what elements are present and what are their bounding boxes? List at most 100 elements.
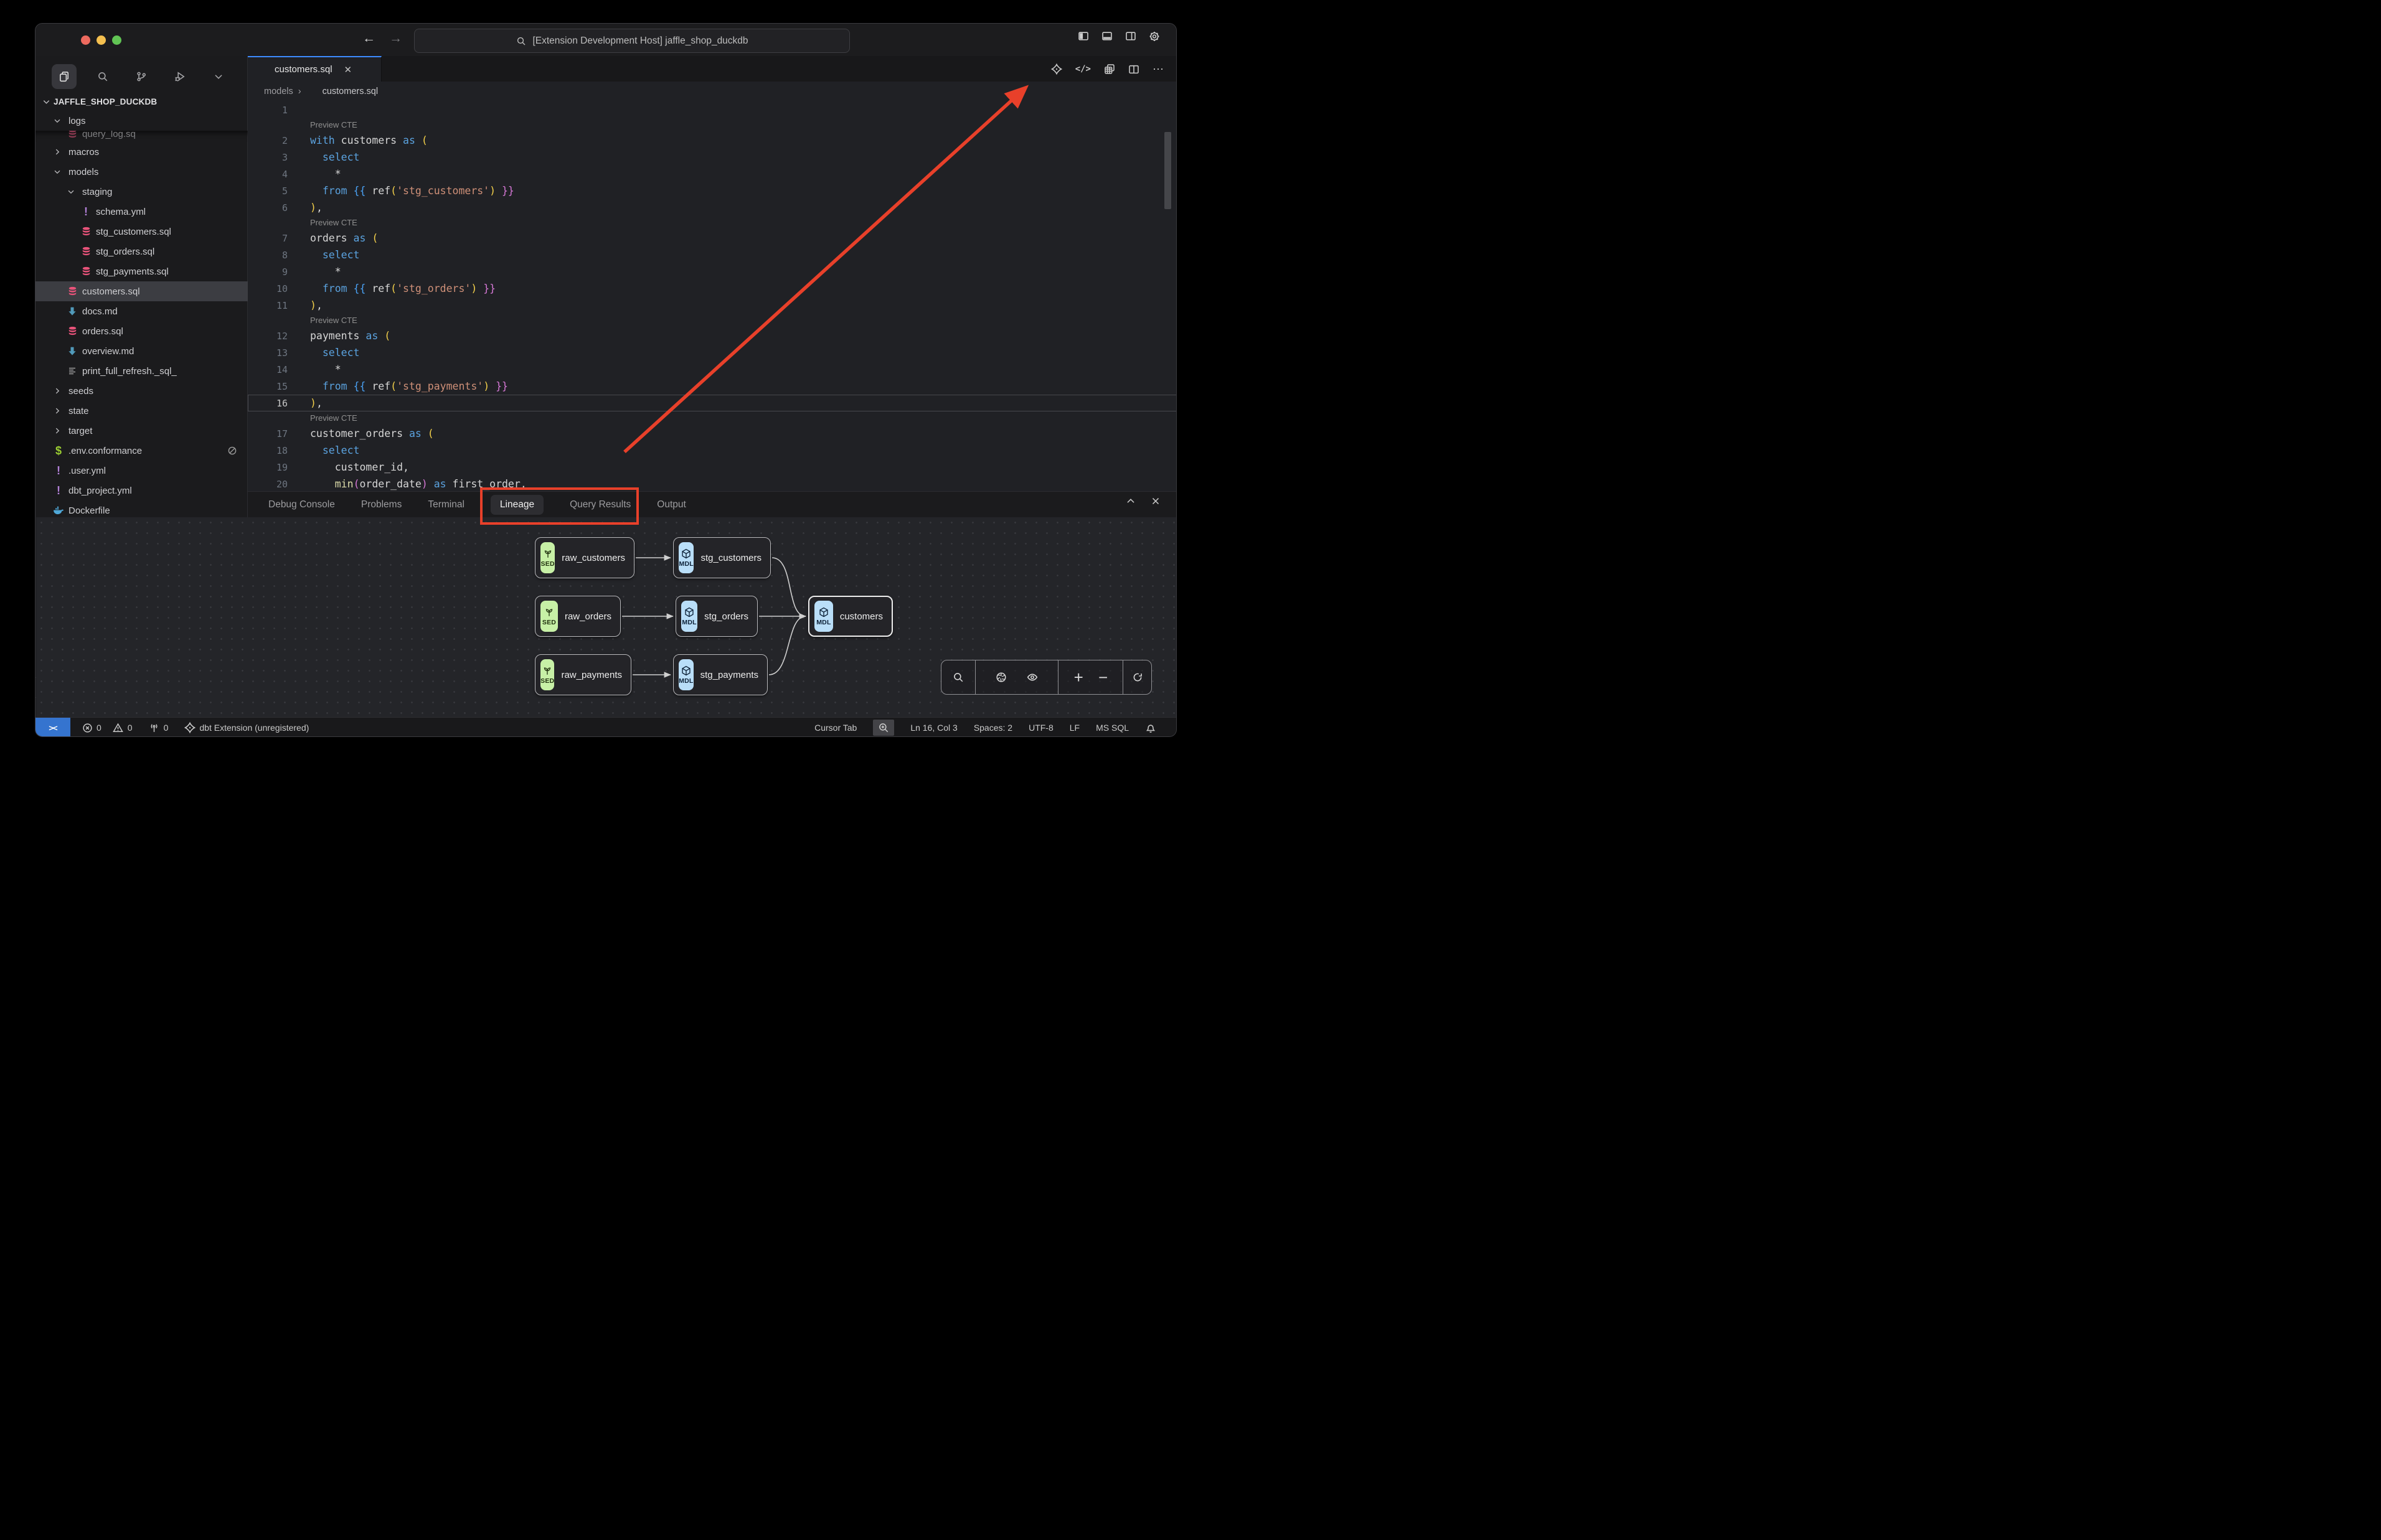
folder-staging[interactable]: staging: [35, 182, 248, 202]
lineage-node-raw_customers[interactable]: SEDraw_customers: [535, 537, 634, 578]
node-badge-mdl: MDL: [681, 601, 697, 632]
line-number: 3: [248, 149, 288, 166]
breadcrumb-file[interactable]: customers.sql: [323, 87, 378, 96]
node-badge-sed: SED: [540, 601, 558, 632]
tab-customers-sql[interactable]: customers.sql ✕: [248, 56, 382, 82]
file-query-log-sq[interactable]: query_log.sq: [35, 131, 248, 142]
lineage-node-raw_payments[interactable]: SEDraw_payments: [535, 654, 631, 695]
lineage-node-customers[interactable]: MDLcustomers: [808, 596, 893, 637]
status-item-utf-8[interactable]: UTF-8: [1029, 723, 1054, 733]
remote-indicator[interactable]: ><: [35, 718, 70, 738]
explorer-root[interactable]: JAFFLE_SHOP_DUCKDB: [35, 92, 248, 111]
window-title: [Extension Development Host] jaffle_shop…: [532, 35, 748, 47]
refresh-icon[interactable]: [1132, 672, 1143, 683]
file-customers-sql[interactable]: customers.sql: [35, 281, 248, 301]
status-item[interactable]: 0: [149, 722, 169, 733]
ellipsis-icon[interactable]: ⋯: [1153, 63, 1164, 75]
activity-debug-icon[interactable]: [167, 64, 192, 89]
status-item[interactable]: 0: [82, 722, 101, 733]
activity-chevron-down-icon[interactable]: [206, 64, 231, 89]
status-item-spaces-2[interactable]: Spaces: 2: [974, 723, 1012, 733]
file--env-conformance[interactable]: $.env.conformance: [35, 441, 248, 461]
lineage-canvas[interactable]: SEDraw_customers MDLstg_customers SEDraw_o…: [36, 517, 1177, 717]
file-label: customers.sql: [82, 286, 140, 297]
file-dbt-project-yml[interactable]: !dbt_project.yml: [35, 481, 248, 500]
panel-tab-debug-console[interactable]: Debug Console: [268, 499, 335, 510]
traffic-light-zoom[interactable]: [112, 35, 121, 45]
breadcrumb[interactable]: models › customers.sql: [248, 82, 1177, 101]
lineage-node-stg_customers[interactable]: MDLstg_customers: [673, 537, 771, 578]
code-line-9: 9 *: [248, 263, 1177, 280]
code-line-17: 17customer_orders as (: [248, 425, 1177, 442]
zoom-in-button[interactable]: +: [1074, 668, 1083, 687]
editor-toolbar: </> ⋯: [1051, 60, 1164, 78]
query-results-icon[interactable]: [1104, 63, 1115, 75]
lineage-node-stg_orders[interactable]: MDLstg_orders: [676, 596, 758, 637]
blocked-icon: [227, 445, 238, 456]
activity-bar: [35, 56, 247, 91]
close-tab-icon[interactable]: ✕: [344, 64, 352, 75]
file--user-yml[interactable]: !.user.yml: [35, 461, 248, 481]
status-item[interactable]: dbt Extension (unregistered): [184, 722, 309, 733]
status-item-cursor-tab[interactable]: Cursor Tab: [814, 723, 857, 733]
file-print-full-refresh-sql-[interactable]: print_full_refresh._sql_: [35, 361, 248, 381]
folder-target[interactable]: target: [35, 421, 248, 441]
file-schema-yml[interactable]: !schema.yml: [35, 202, 248, 222]
back-icon[interactable]: ←: [362, 31, 375, 46]
folder-macros[interactable]: macros: [35, 142, 248, 162]
folder-seeds[interactable]: seeds: [35, 381, 248, 401]
dbt-icon[interactable]: [1051, 63, 1062, 75]
file-docs-md[interactable]: docs.md: [35, 301, 248, 321]
layout-sidebar-icon[interactable]: [1078, 31, 1089, 42]
command-center-search[interactable]: [Extension Development Host] jaffle_shop…: [414, 29, 850, 53]
layout-right-icon[interactable]: [1125, 31, 1136, 42]
status-item-ms-sql[interactable]: MS SQL: [1096, 723, 1129, 733]
folder-models[interactable]: models: [35, 162, 248, 182]
file-stg-payments-sql[interactable]: stg_payments.sql: [35, 261, 248, 281]
line-number: 19: [248, 459, 288, 476]
folder-logs[interactable]: logs: [35, 111, 248, 131]
file-overview-md[interactable]: overview.md: [35, 341, 248, 361]
status-item[interactable]: [873, 720, 894, 736]
chevron-up-icon[interactable]: [1125, 495, 1136, 507]
file-label: schema.yml: [96, 207, 146, 217]
status-item[interactable]: [1145, 722, 1156, 733]
codelens-preview-cte[interactable]: Preview CTE: [248, 314, 1177, 327]
file-stg-customers-sql[interactable]: stg_customers.sql: [35, 222, 248, 242]
codelens-preview-cte[interactable]: Preview CTE: [248, 118, 1177, 132]
zoom-out-button[interactable]: −: [1098, 668, 1108, 687]
codelens-preview-cte[interactable]: Preview CTE: [248, 411, 1177, 425]
status-item[interactable]: 0: [113, 722, 133, 733]
panel-tab-output[interactable]: Output: [657, 499, 686, 510]
file-stg-orders-sql[interactable]: stg_orders.sql: [35, 242, 248, 261]
activity-source-control-icon[interactable]: [129, 64, 154, 89]
line-number: 18: [248, 443, 288, 459]
editor-scrollbar[interactable]: [1164, 132, 1171, 209]
panel-tab-terminal[interactable]: Terminal: [428, 499, 464, 510]
code-tag-icon[interactable]: </>: [1075, 63, 1091, 75]
bell-icon: [1145, 722, 1156, 733]
code-editor[interactable]: 1Preview CTE2with customers as (3 select…: [248, 101, 1177, 491]
activity-search-icon[interactable]: [90, 64, 115, 89]
aperture-icon[interactable]: [996, 672, 1007, 683]
lineage-node-raw_orders[interactable]: SEDraw_orders: [535, 596, 621, 637]
folder-state[interactable]: state: [35, 401, 248, 421]
close-icon[interactable]: [1150, 495, 1161, 507]
traffic-light-minimize[interactable]: [97, 35, 106, 45]
activity-files-icon[interactable]: [52, 64, 77, 89]
breadcrumb-folder[interactable]: models: [264, 87, 293, 96]
eye-icon[interactable]: [1027, 672, 1038, 683]
file-orders-sql[interactable]: orders.sql: [35, 321, 248, 341]
gear-icon[interactable]: [1149, 31, 1160, 42]
codelens-preview-cte[interactable]: Preview CTE: [248, 216, 1177, 230]
forward-icon[interactable]: →: [389, 31, 402, 46]
status-item-lf[interactable]: LF: [1070, 723, 1080, 733]
panel-tab-problems[interactable]: Problems: [361, 499, 402, 510]
line-number: 8: [248, 247, 288, 264]
status-item-ln-16-col-3[interactable]: Ln 16, Col 3: [910, 723, 958, 733]
search-icon[interactable]: [953, 672, 964, 683]
traffic-light-close[interactable]: [81, 35, 90, 45]
layout-panel-icon[interactable]: [1101, 31, 1113, 42]
lineage-node-stg_payments[interactable]: MDLstg_payments: [673, 654, 768, 695]
split-editor-icon[interactable]: [1128, 63, 1139, 75]
